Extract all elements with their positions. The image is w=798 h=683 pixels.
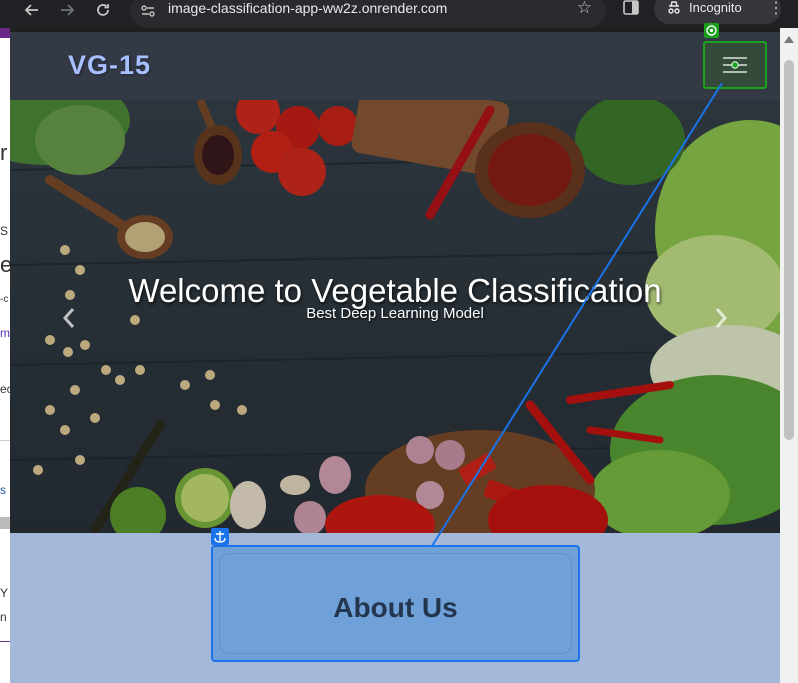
reload-icon[interactable] <box>91 0 115 20</box>
background-text: n <box>0 610 7 624</box>
background-divider <box>0 641 10 642</box>
address-bar[interactable]: image-classification-app-ww2z.onrender.c… <box>130 0 606 28</box>
background-divider <box>0 440 10 441</box>
background-text: S <box>0 224 9 238</box>
menu-toggler-icon <box>723 57 747 73</box>
url-text[interactable]: image-classification-app-ww2z.onrender.c… <box>168 0 447 16</box>
side-panel-icon[interactable] <box>622 0 640 17</box>
bookmark-star-icon[interactable]: ☆ <box>577 0 592 18</box>
background-text: ec <box>0 382 10 396</box>
incognito-label: Incognito <box>689 0 742 15</box>
background-text: r <box>0 140 8 165</box>
kebab-menu-icon[interactable]: ⋮ <box>768 0 784 18</box>
navbar-toggler-button[interactable] <box>703 41 767 89</box>
navbar: VG-15 <box>10 32 780 100</box>
scroll-up-arrow-icon[interactable] <box>784 36 794 43</box>
brand-logo[interactable]: VG-15 <box>68 50 151 81</box>
vertical-scrollbar[interactable] <box>780 28 798 683</box>
background-link[interactable]: m <box>0 326 10 340</box>
hero-carousel: Welcome to Vegetable Classification Best… <box>10 100 780 533</box>
about-us-section[interactable]: About Us <box>211 545 580 662</box>
background-page: r S e -c m ec s Y n <box>0 28 10 683</box>
background-link[interactable]: s <box>0 483 6 497</box>
background-text: -c <box>0 294 9 305</box>
background-block <box>0 517 10 529</box>
site-viewport: VG-15 Welcome to Vegetable Classificatio… <box>10 32 780 683</box>
incognito-icon <box>666 0 682 16</box>
incognito-chip[interactable]: Incognito <box>654 0 781 24</box>
about-us-title: About Us <box>333 592 458 623</box>
site-info-icon[interactable] <box>140 3 156 19</box>
scrollbar-thumb[interactable] <box>784 60 794 440</box>
back-arrow-icon[interactable] <box>20 0 44 20</box>
browser-toolbar: image-classification-app-ww2z.onrender.c… <box>0 0 798 28</box>
background-text: Y <box>0 586 9 600</box>
hero-subtitle: Best Deep Learning Model <box>306 305 484 322</box>
background-text: e <box>0 252 10 277</box>
forward-arrow-icon[interactable] <box>55 0 79 20</box>
background-accent-bar <box>0 28 10 38</box>
